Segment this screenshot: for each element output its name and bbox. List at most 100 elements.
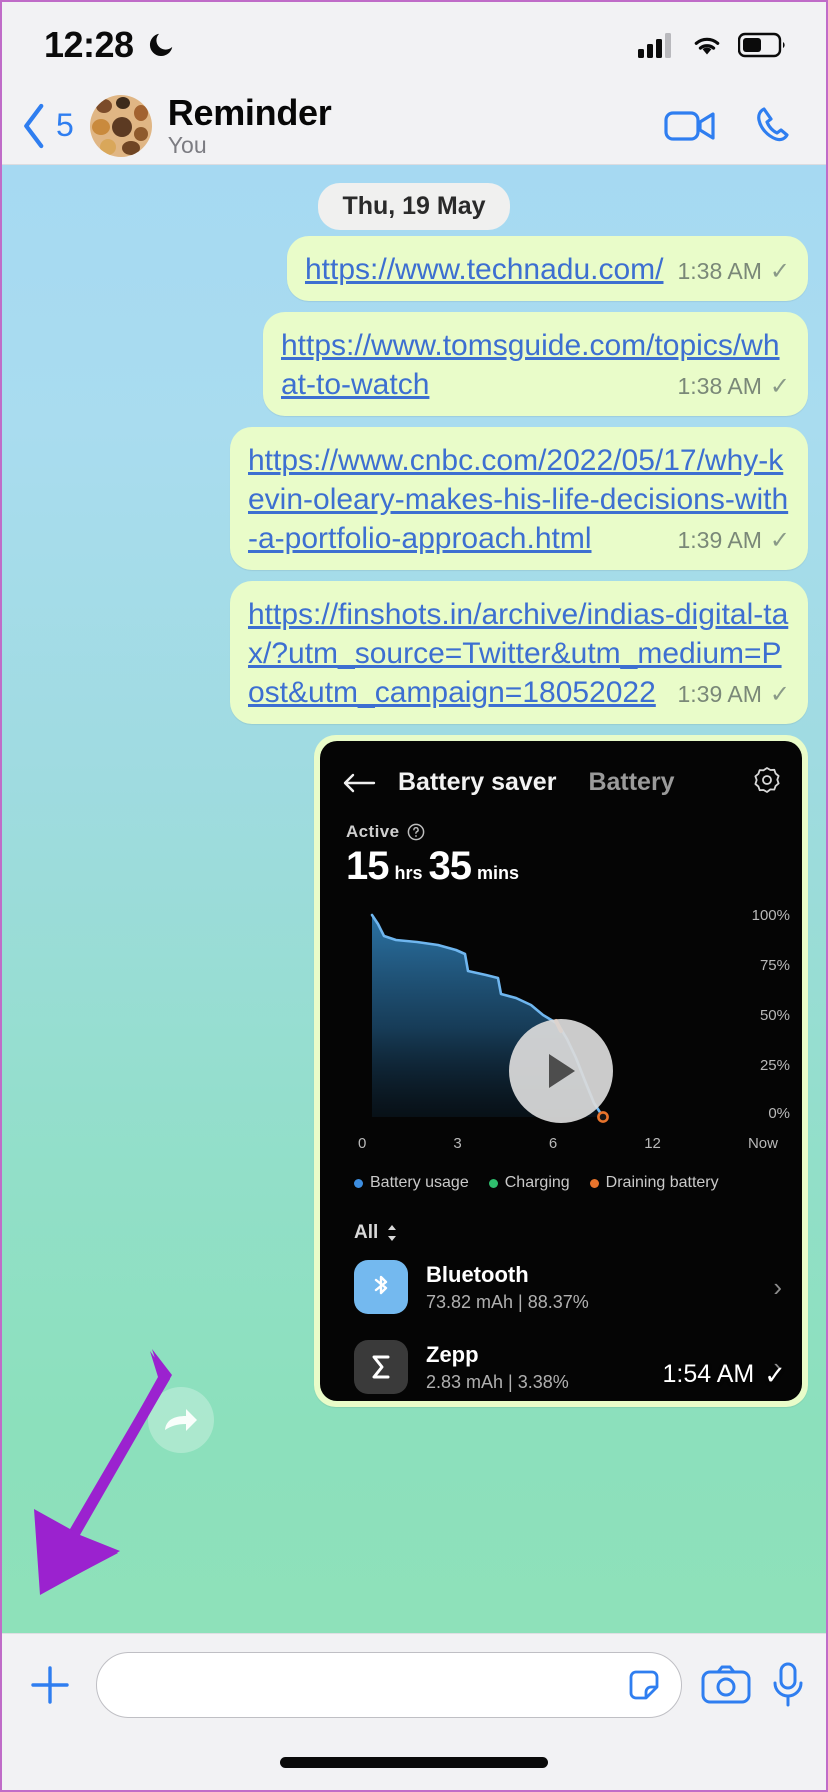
y-tick-75: 75% (759, 957, 790, 974)
x-tick-3: 3 (453, 1135, 462, 1152)
forward-arrow-icon (165, 1409, 197, 1431)
filter-all-dropdown[interactable]: All (320, 1192, 802, 1244)
battery-saver-header: Battery saver Battery (320, 741, 802, 798)
avatar-blob (133, 104, 148, 121)
avatar-blob (99, 138, 116, 155)
single-check-icon: ✓ (769, 680, 790, 708)
chart-endpoint (597, 1111, 609, 1123)
x-tick-0: 0 (358, 1135, 367, 1152)
active-label: Active (346, 822, 400, 841)
message-row: https://www.tomsguide.com/topics/what-to… (20, 312, 808, 416)
app-info: Bluetooth 73.82 mAh | 88.37% (426, 1260, 755, 1313)
avatar[interactable] (89, 94, 152, 157)
message-list[interactable]: Thu, 19 May https://www.technadu.com/ 1:… (2, 165, 826, 1633)
camera-button[interactable] (700, 1662, 752, 1708)
legend-item-charging: Charging (488, 1174, 570, 1192)
header-actions (664, 104, 796, 148)
camera-icon (701, 1665, 751, 1704)
legend-item-battery-usage: Battery usage (354, 1174, 469, 1192)
x-tick-12: 12 (644, 1135, 661, 1152)
sort-updown-icon (388, 1225, 397, 1241)
list-item[interactable]: Bluetooth 73.82 mAh | 88.37% › (354, 1260, 782, 1320)
sticker-button[interactable] (623, 1664, 665, 1706)
mic-button[interactable] (770, 1661, 806, 1709)
back-button[interactable]: 5 (18, 101, 74, 151)
y-tick-50: 50% (759, 1007, 790, 1024)
message-row: https://www.technadu.com/ 1:38 AM ✓ (20, 236, 808, 301)
duration-hours-unit: hrs (394, 863, 423, 883)
message-meta: 1:38 AM ✓ (678, 258, 791, 285)
app-detail: 73.82 mAh | 88.37% (426, 1292, 589, 1312)
video-camera-icon[interactable] (664, 106, 718, 146)
cellular-signal-icon (638, 32, 671, 58)
wifi-icon (694, 37, 720, 54)
single-check-icon: ✓ (764, 1359, 786, 1390)
battery-icon (738, 32, 785, 57)
x-tick-6: 6 (548, 1135, 558, 1152)
chat-subtitle: You (167, 132, 207, 159)
avatar-blob (95, 98, 112, 113)
plus-icon (31, 1666, 69, 1704)
filter-label: All (354, 1222, 379, 1243)
message-link[interactable]: https://www.technadu.com/ (305, 253, 664, 286)
chat-title-wrap[interactable]: Reminder You (167, 91, 664, 159)
message-row: https://finshots.in/archive/indias-digit… (20, 581, 808, 724)
message-meta: 1:38 AM ✓ (678, 373, 791, 400)
battery-active-row: Active (320, 798, 802, 842)
crescent-moon-icon (149, 33, 172, 56)
day-divider: Thu, 19 May (318, 183, 510, 230)
message-bubble[interactable]: https://www.cnbc.com/2022/05/17/why-kevi… (230, 427, 808, 570)
message-bubble[interactable]: https://finshots.in/archive/indias-digit… (230, 581, 808, 724)
composer-bar (2, 1633, 826, 1790)
legend-label: Battery usage (370, 1174, 469, 1191)
message-time: 1:39 AM (677, 681, 762, 707)
single-check-icon: ✓ (769, 372, 790, 400)
message-bubble[interactable]: https://www.tomsguide.com/topics/what-to… (263, 312, 808, 416)
status-bar-left: 12:28 (44, 24, 176, 66)
app-name: Bluetooth (426, 1262, 529, 1287)
status-time: 12:28 (44, 23, 134, 65)
legend-label: Draining battery (605, 1174, 719, 1191)
composer-row (2, 1634, 826, 1718)
message-bubble[interactable]: https://www.technadu.com/ 1:38 AM ✓ (286, 236, 808, 301)
play-icon[interactable] (509, 1019, 613, 1123)
message-time: 1:38 AM (677, 373, 762, 399)
bluetooth-icon (354, 1260, 408, 1314)
add-attachment-button[interactable] (22, 1657, 78, 1713)
message-input[interactable] (121, 1668, 623, 1702)
arrow-left-icon[interactable] (342, 771, 376, 795)
video-message-row: Battery saver Battery Active 15 hrs 35 m… (20, 735, 808, 1407)
video-thumbnail[interactable]: Battery saver Battery Active 15 hrs 35 m… (320, 741, 802, 1401)
phone-icon[interactable] (752, 104, 796, 148)
page-title: Reminder (167, 91, 332, 133)
help-circle-icon[interactable] (407, 823, 425, 841)
legend-dot-blue (354, 1178, 363, 1188)
y-tick-0: 0% (768, 1105, 790, 1122)
chevron-left-icon (24, 103, 44, 148)
avatar-blob (91, 118, 110, 135)
single-check-icon: ✓ (769, 257, 790, 285)
duration-hours: 15 (346, 844, 389, 888)
battery-tab[interactable]: Battery (588, 768, 674, 797)
gear-icon[interactable] (754, 767, 780, 798)
duration-mins-unit: mins (477, 863, 520, 883)
home-indicator (280, 1757, 548, 1768)
video-message-meta: 1:54 AM ✓ (662, 1360, 786, 1389)
status-bar-right (638, 31, 786, 59)
message-time: 1:39 AM (677, 527, 762, 553)
y-tick-100: 100% (751, 907, 790, 924)
chevron-right-icon[interactable]: › (773, 1272, 782, 1303)
legend-label: Charging (504, 1174, 570, 1191)
battery-saver-title: Battery saver (398, 768, 557, 796)
chart-legend: Battery usage Charging Draining battery (320, 1152, 802, 1192)
chart-x-axis: 0 3 6 12 Now (320, 1131, 802, 1152)
message-meta: 1:39 AM ✓ (678, 681, 791, 708)
chat-header: 5 Reminder You (2, 87, 826, 165)
message-time: 1:38 AM (677, 258, 762, 284)
microphone-icon (773, 1662, 803, 1707)
video-message-bubble[interactable]: Battery saver Battery Active 15 hrs 35 m… (314, 735, 808, 1407)
message-time: 1:54 AM (662, 1360, 755, 1388)
message-input-wrap[interactable] (96, 1652, 682, 1718)
avatar-blob (133, 126, 148, 141)
forward-button[interactable] (148, 1387, 214, 1453)
